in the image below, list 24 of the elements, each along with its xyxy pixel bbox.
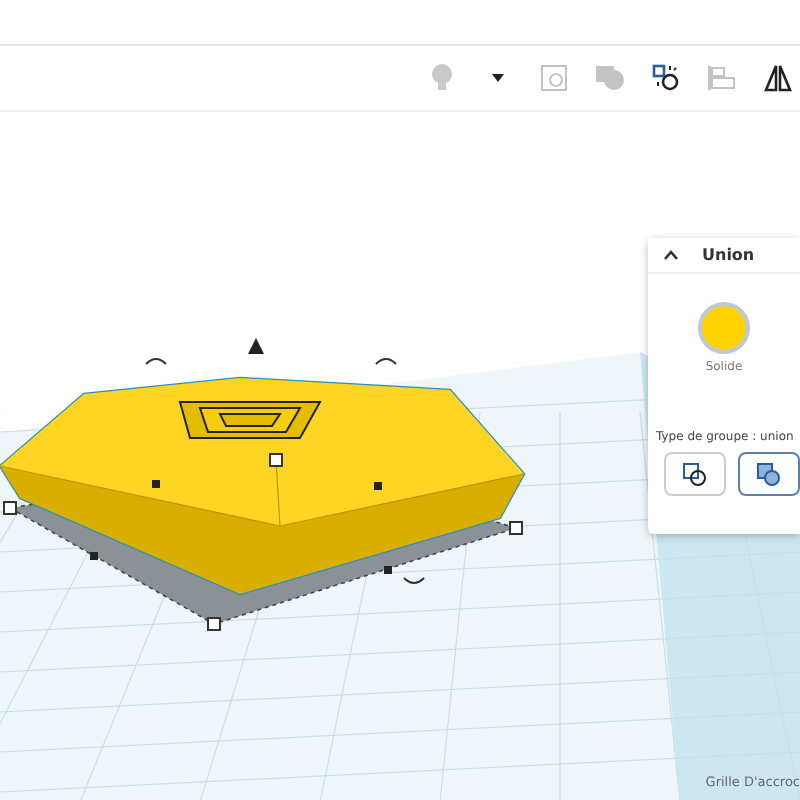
shape-icon [596, 66, 624, 90]
rotate-handle-icon [403, 577, 425, 584]
align-icon [708, 66, 736, 90]
inspector-header[interactable]: Union [648, 238, 800, 274]
ungroup-icon [652, 64, 680, 92]
light-bulb-icon [430, 64, 454, 92]
rotate-handle-icon [145, 358, 167, 365]
resize-handle[interactable] [269, 453, 283, 467]
resize-handle[interactable] [3, 501, 17, 515]
caret-icon [492, 74, 504, 82]
group-icon [540, 64, 568, 92]
color-swatch[interactable] [698, 302, 750, 354]
resize-handle[interactable] [152, 480, 160, 488]
group-type-button[interactable] [664, 452, 726, 496]
resize-handle[interactable] [384, 566, 392, 574]
resize-handle[interactable] [509, 521, 523, 535]
merged-shapes-icon [756, 461, 782, 487]
rotate-handle-icon [375, 358, 397, 365]
resize-handle[interactable] [374, 482, 382, 490]
resize-handle[interactable] [90, 552, 98, 560]
resize-handle[interactable] [207, 617, 221, 631]
group-type-button[interactable] [738, 452, 800, 496]
separate-shapes-icon [682, 461, 708, 487]
mirror-icon [764, 64, 792, 92]
